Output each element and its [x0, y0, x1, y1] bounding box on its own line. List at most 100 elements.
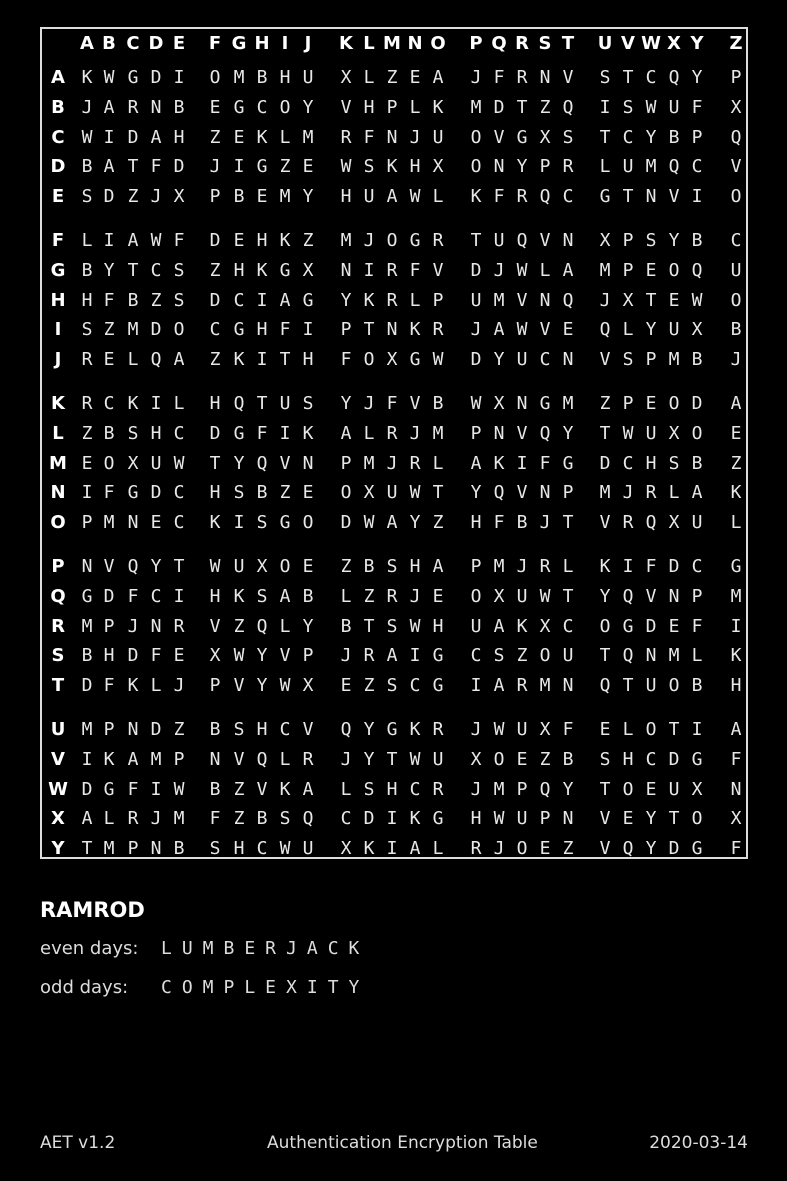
- table-cell: I: [599, 96, 611, 118]
- table-cell: W: [409, 482, 421, 504]
- table-cell: N: [539, 289, 551, 311]
- table-cell: X: [209, 645, 221, 667]
- table-cell: T: [386, 748, 398, 770]
- table-cell: C: [233, 289, 245, 311]
- table-cell: Z: [127, 186, 139, 208]
- table-cell: O: [691, 808, 703, 830]
- table-cell: X: [691, 778, 703, 800]
- table-cell: G: [409, 230, 421, 251]
- table-cell: N: [150, 615, 162, 637]
- table-cell: O: [516, 838, 528, 860]
- table-cell: J: [470, 719, 482, 740]
- table-cell: K: [599, 556, 611, 577]
- table-cell: R: [386, 422, 398, 444]
- table-cell: O: [668, 675, 680, 697]
- table-cell: D: [470, 349, 482, 371]
- column-header-i: I: [281, 33, 289, 54]
- table-cell: V: [279, 452, 291, 474]
- table-cell: E: [256, 186, 268, 208]
- table-cell: T: [599, 126, 611, 148]
- table-cell: M: [539, 675, 551, 697]
- table-cell: G: [539, 393, 551, 414]
- table-cell: W: [363, 512, 375, 534]
- table-cell: P: [539, 156, 551, 178]
- table-cell: P: [81, 512, 93, 534]
- table-cell: K: [209, 512, 221, 534]
- table-cell: C: [150, 585, 162, 607]
- table-cell: U: [516, 719, 528, 740]
- table-cell: J: [516, 556, 528, 577]
- table-cell: D: [340, 512, 352, 534]
- table-cell: K: [409, 319, 421, 341]
- row-label-g: G: [50, 259, 66, 281]
- column-header-o: O: [430, 33, 446, 54]
- table-cell: K: [256, 259, 268, 281]
- row-label-a: A: [51, 67, 65, 88]
- table-cell: W: [432, 349, 444, 371]
- table-cell: D: [209, 422, 221, 444]
- table-cell: I: [103, 230, 115, 251]
- table-cell: P: [432, 289, 444, 311]
- table-cell: Y: [409, 512, 421, 534]
- table-cell: S: [173, 259, 185, 281]
- table-cell: T: [470, 230, 482, 251]
- table-cell: C: [409, 778, 421, 800]
- table-cell: F: [363, 126, 375, 148]
- table-cell: H: [256, 319, 268, 341]
- table-cell: A: [173, 349, 185, 371]
- table-cell: P: [539, 808, 551, 830]
- table-cell: P: [386, 96, 398, 118]
- row-label-r: R: [51, 615, 65, 637]
- table-cell: B: [302, 585, 314, 607]
- table-cell: U: [516, 585, 528, 607]
- table-cell: O: [363, 349, 375, 371]
- table-cell: L: [599, 156, 611, 178]
- table-cell: I: [233, 512, 245, 534]
- table-cell: K: [279, 230, 291, 251]
- table-cell: A: [493, 319, 505, 341]
- table-cell: L: [622, 719, 634, 740]
- table-cell: E: [539, 838, 551, 860]
- table-cell: E: [103, 349, 115, 371]
- table-cell: Q: [539, 186, 551, 208]
- table-cell: W: [209, 556, 221, 577]
- table-cell: S: [645, 230, 657, 251]
- table-cell: D: [81, 778, 93, 800]
- table-cell: L: [539, 259, 551, 281]
- column-header-g: G: [231, 33, 247, 54]
- table-cell: N: [150, 96, 162, 118]
- table-cell: J: [127, 615, 139, 637]
- table-cell: Y: [302, 615, 314, 637]
- table-cell: Y: [668, 230, 680, 251]
- table-cell: J: [340, 748, 352, 770]
- table-cell: E: [409, 67, 421, 88]
- table-cell: U: [493, 230, 505, 251]
- table-cell: R: [432, 719, 444, 740]
- table-cell: Q: [691, 259, 703, 281]
- table-cell: J: [81, 96, 93, 118]
- table-cell: G: [562, 452, 574, 474]
- table-cell: S: [386, 556, 398, 577]
- table-cell: F: [279, 319, 291, 341]
- table-cell: V: [539, 319, 551, 341]
- table-cell: C: [691, 556, 703, 577]
- table-cell: M: [599, 259, 611, 281]
- table-cell: H: [409, 556, 421, 577]
- table-cell: O: [279, 96, 291, 118]
- table-cell: A: [493, 615, 505, 637]
- table-cell: H: [233, 838, 245, 860]
- table-cell: Z: [103, 319, 115, 341]
- table-cell: I: [730, 615, 742, 637]
- table-cell: T: [599, 645, 611, 667]
- table-cell: I: [691, 719, 703, 740]
- table-cell: I: [691, 186, 703, 208]
- table-cell: L: [432, 186, 444, 208]
- table-cell: E: [516, 748, 528, 770]
- table-cell: D: [470, 259, 482, 281]
- table-cell: H: [340, 186, 352, 208]
- table-cell: F: [730, 748, 742, 770]
- table-cell: X: [691, 319, 703, 341]
- table-cell: U: [668, 319, 680, 341]
- table-cell: Q: [730, 126, 742, 148]
- table-cell: T: [599, 778, 611, 800]
